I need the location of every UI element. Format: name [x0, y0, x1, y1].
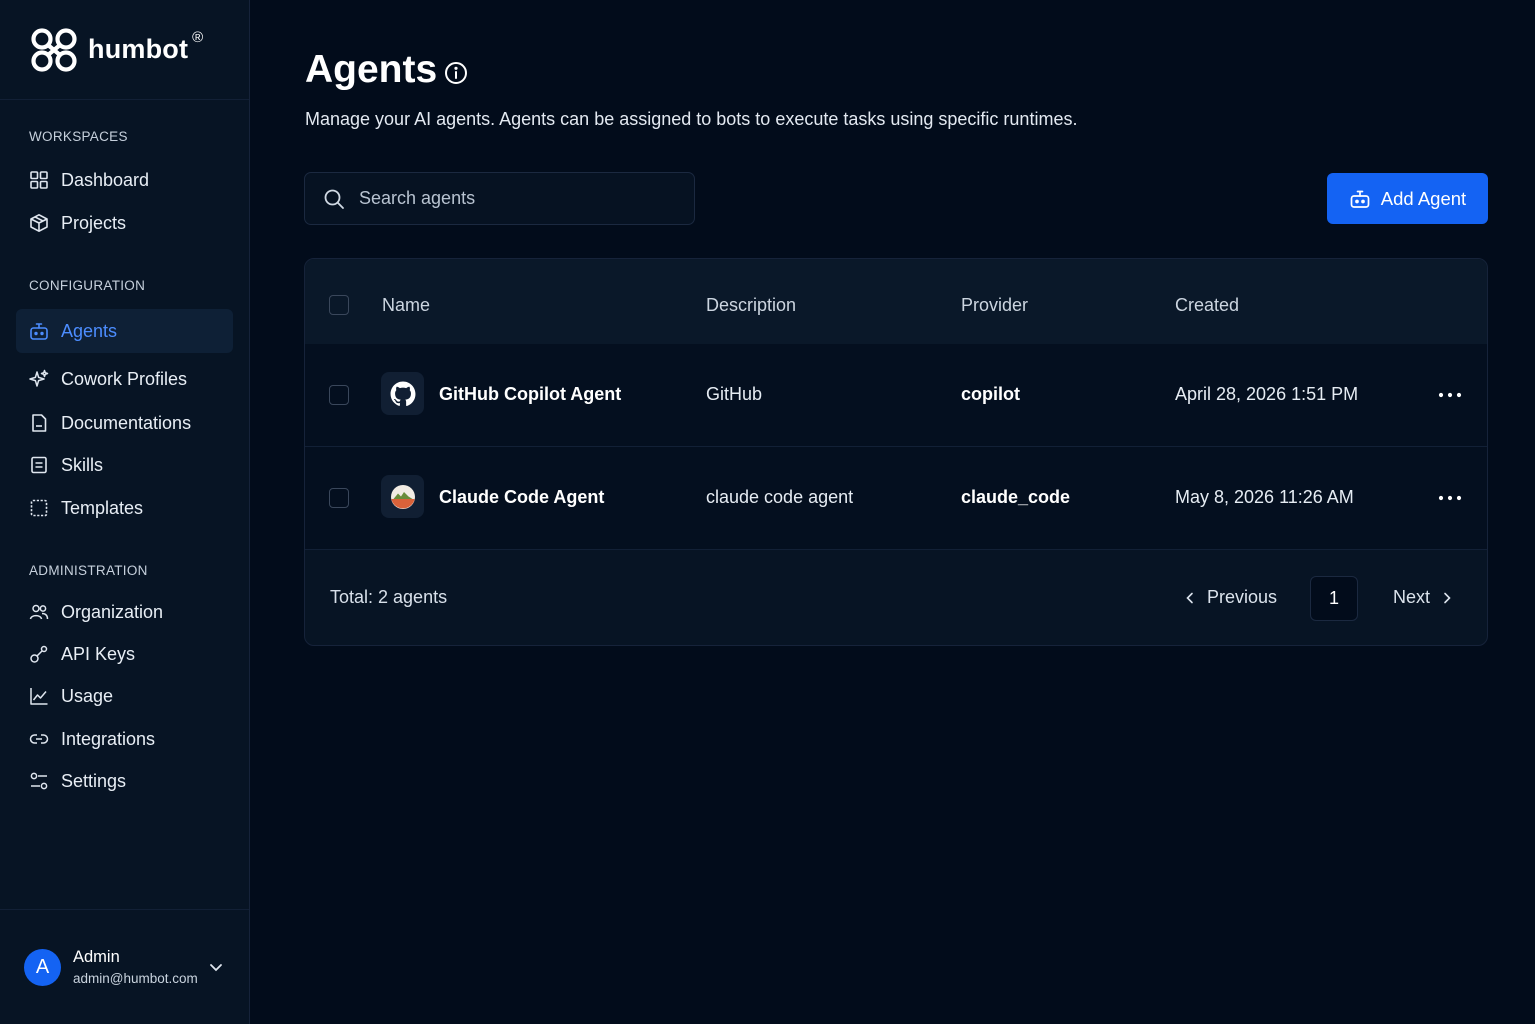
sidebar-item-dashboard[interactable]: Dashboard [16, 158, 233, 202]
sidebar-item-cowork-profiles[interactable]: Cowork Profiles [16, 357, 233, 401]
table-header: Name Description Provider Created [305, 259, 1487, 344]
list-icon [31, 456, 47, 474]
agent-description: claude code agent [706, 487, 854, 507]
document-icon [32, 414, 47, 432]
settings-icon [30, 772, 48, 790]
sidebar-item-projects[interactable]: Projects [16, 201, 233, 245]
search-input[interactable] [359, 188, 659, 209]
brand-name: humbot [88, 34, 189, 64]
sidebar-item-label: Settings [61, 770, 127, 791]
previous-button[interactable]: Previous [1183, 587, 1277, 608]
search-icon [324, 189, 344, 209]
sidebar-item-organization[interactable]: Organization [16, 590, 233, 634]
sidebar-item-agents[interactable]: Agents [16, 309, 233, 353]
users-icon [29, 604, 49, 620]
link-icon [29, 734, 49, 744]
agent-description: GitHub [706, 384, 763, 404]
sidebar-item-label: API Keys [61, 643, 136, 664]
table-row[interactable]: Claude Code Agent claude code agent clau… [305, 447, 1487, 550]
agent-created: May 8, 2026 11:26 AM [1175, 487, 1354, 507]
page-title: Agents [305, 48, 438, 91]
sparkles-icon [29, 369, 49, 387]
sidebar-item-label: Usage [61, 685, 114, 706]
humbot-logo-icon [31, 27, 77, 72]
sidebar-item-usage[interactable]: Usage [16, 674, 233, 718]
sidebar-item-label: Integrations [61, 728, 156, 749]
table-footer: Total: 2 agents Previous 1 Next [305, 549, 1487, 645]
sidebar-item-label: Documentations [61, 412, 192, 433]
agent-provider: copilot [961, 384, 1020, 404]
sidebar-item-templates[interactable]: Templates [16, 486, 233, 530]
sidebar-item-label: Templates [61, 497, 144, 518]
previous-label: Previous [1207, 587, 1278, 607]
agent-avatar [381, 475, 424, 518]
sidebar-item-integrations[interactable]: Integrations [16, 717, 233, 761]
select-all-checkbox[interactable] [329, 295, 349, 315]
column-header-description[interactable]: Description [706, 295, 796, 316]
sidebar-item-label: Cowork Profiles [61, 368, 188, 389]
section-label-configuration: CONFIGURATION [29, 278, 146, 293]
claude-logo-icon [390, 484, 415, 509]
page-description: Manage your AI agents. Agents can be ass… [305, 109, 1078, 129]
agent-avatar [381, 372, 424, 415]
row-checkbox[interactable] [329, 488, 349, 508]
chevron-right-icon [1444, 592, 1451, 603]
user-menu[interactable]: A Admin admin@humbot.com [0, 909, 249, 1024]
column-header-name[interactable]: Name [382, 295, 430, 316]
chevron-left-icon [1186, 592, 1193, 603]
sidebar: humbot ® WORKSPACES Dashboard Projects C… [0, 0, 250, 1024]
table-row[interactable]: GitHub Copilot Agent GitHub copilot Apri… [305, 344, 1487, 447]
template-icon [30, 499, 48, 517]
bot-icon [1350, 190, 1370, 208]
add-agent-label: Add Agent [1380, 187, 1467, 209]
key-icon [30, 645, 48, 663]
chevron-down-icon[interactable] [207, 958, 225, 976]
sidebar-item-label: Organization [61, 601, 164, 622]
sidebar-item-api-keys[interactable]: API Keys [16, 632, 233, 676]
next-button[interactable]: Next [1393, 587, 1454, 608]
more-options-icon[interactable] [1437, 385, 1463, 405]
brand-registered-mark: ® [192, 29, 204, 46]
sidebar-item-label: Dashboard [61, 169, 150, 190]
page-number-button[interactable]: 1 [1310, 576, 1358, 621]
more-options-icon[interactable] [1437, 488, 1463, 508]
row-checkbox[interactable] [329, 385, 349, 405]
column-header-created[interactable]: Created [1175, 295, 1239, 316]
grid-icon [30, 171, 48, 189]
section-label-administration: ADMINISTRATION [29, 563, 148, 578]
sidebar-item-label: Projects [61, 212, 127, 233]
total-count: Total: 2 agents [330, 587, 448, 607]
user-email: admin@humbot.com [73, 971, 198, 986]
github-icon [390, 381, 415, 406]
column-header-provider[interactable]: Provider [961, 295, 1028, 316]
agents-table: Name Description Provider Created GitHub… [304, 258, 1488, 646]
info-icon[interactable] [444, 61, 468, 85]
agent-name[interactable]: Claude Code Agent [439, 487, 604, 508]
agent-created: April 28, 2026 1:51 PM [1175, 384, 1359, 404]
bot-icon [30, 323, 48, 340]
user-name: Admin [73, 948, 120, 966]
chart-icon [30, 688, 48, 705]
user-info: Admin admin@humbot.com [73, 948, 198, 986]
agent-provider: claude_code [961, 487, 1071, 507]
brand[interactable]: humbot ® [0, 0, 249, 100]
section-label-workspaces: WORKSPACES [29, 129, 128, 144]
cube-icon [30, 214, 48, 232]
add-agent-button[interactable]: Add Agent [1327, 173, 1488, 224]
sidebar-item-label: Skills [61, 454, 104, 475]
search-box[interactable] [304, 172, 695, 225]
next-label: Next [1393, 587, 1431, 607]
sidebar-item-skills[interactable]: Skills [16, 443, 233, 487]
agent-name[interactable]: GitHub Copilot Agent [439, 384, 621, 405]
sidebar-item-documentations[interactable]: Documentations [16, 401, 233, 445]
avatar: A [24, 948, 61, 986]
sidebar-item-settings[interactable]: Settings [16, 759, 233, 803]
sidebar-item-label: Agents [61, 320, 118, 341]
